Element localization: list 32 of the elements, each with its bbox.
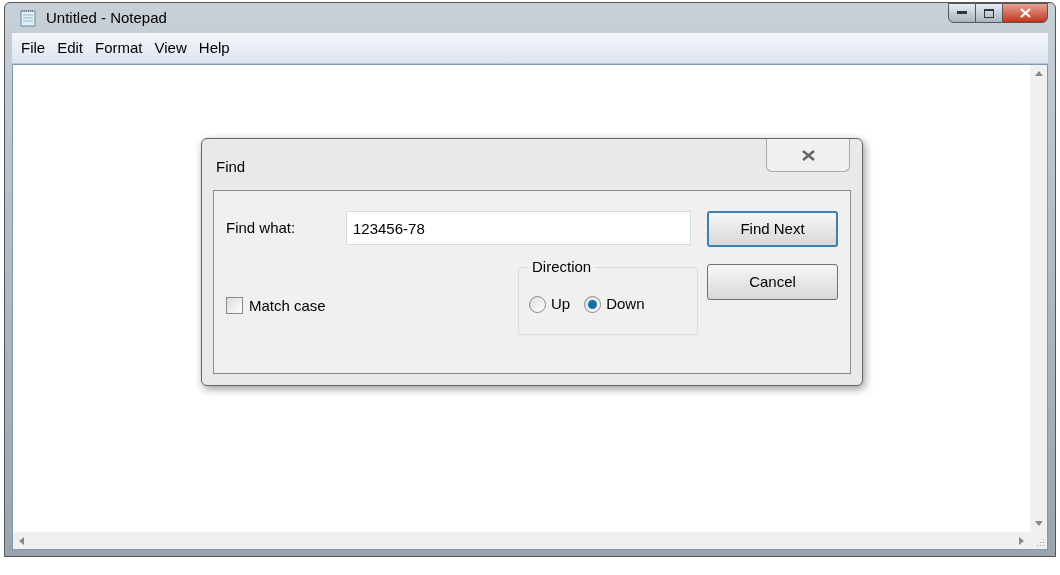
find-what-label: Find what: xyxy=(226,217,297,238)
close-icon xyxy=(1019,8,1031,18)
notepad-icon xyxy=(20,9,36,27)
radio-button[interactable] xyxy=(584,295,602,313)
find-what-field[interactable]: 123456-78 xyxy=(346,211,691,245)
window-title: Untitled - Notepad xyxy=(46,7,167,28)
scroll-down-icon xyxy=(1034,521,1043,526)
scroll-left-icon xyxy=(19,536,24,545)
minimize-icon xyxy=(957,11,967,15)
menu-item[interactable]: Format xyxy=(89,36,149,60)
menu-item[interactable]: View xyxy=(148,36,193,60)
menu-item[interactable]: Help xyxy=(192,36,236,60)
menu-item[interactable]: File xyxy=(15,36,52,60)
horizontal-scrollbar[interactable] xyxy=(13,532,1030,549)
minimize-button[interactable] xyxy=(948,3,976,23)
close-button[interactable] xyxy=(1002,3,1048,23)
vertical-scrollbar[interactable] xyxy=(1030,65,1047,532)
match-case-checkbox[interactable] xyxy=(226,297,243,315)
scroll-right-icon xyxy=(1019,536,1024,545)
maximize-icon xyxy=(984,8,994,18)
maximize-button[interactable] xyxy=(976,3,1002,23)
match-case-label: Match case xyxy=(249,295,326,316)
dialog-button[interactable]: Find Next xyxy=(707,211,838,247)
close-icon xyxy=(800,148,816,162)
radio-label: Down xyxy=(606,293,645,314)
dialog-title: Find xyxy=(216,157,246,177)
scroll-up-icon xyxy=(1034,71,1043,76)
radio-label: Up xyxy=(551,293,571,314)
grip-icon xyxy=(1037,539,1045,547)
dialog-button[interactable]: Cancel xyxy=(707,264,838,300)
radio-button[interactable] xyxy=(529,295,546,313)
menu-item[interactable]: Edit xyxy=(51,36,90,60)
